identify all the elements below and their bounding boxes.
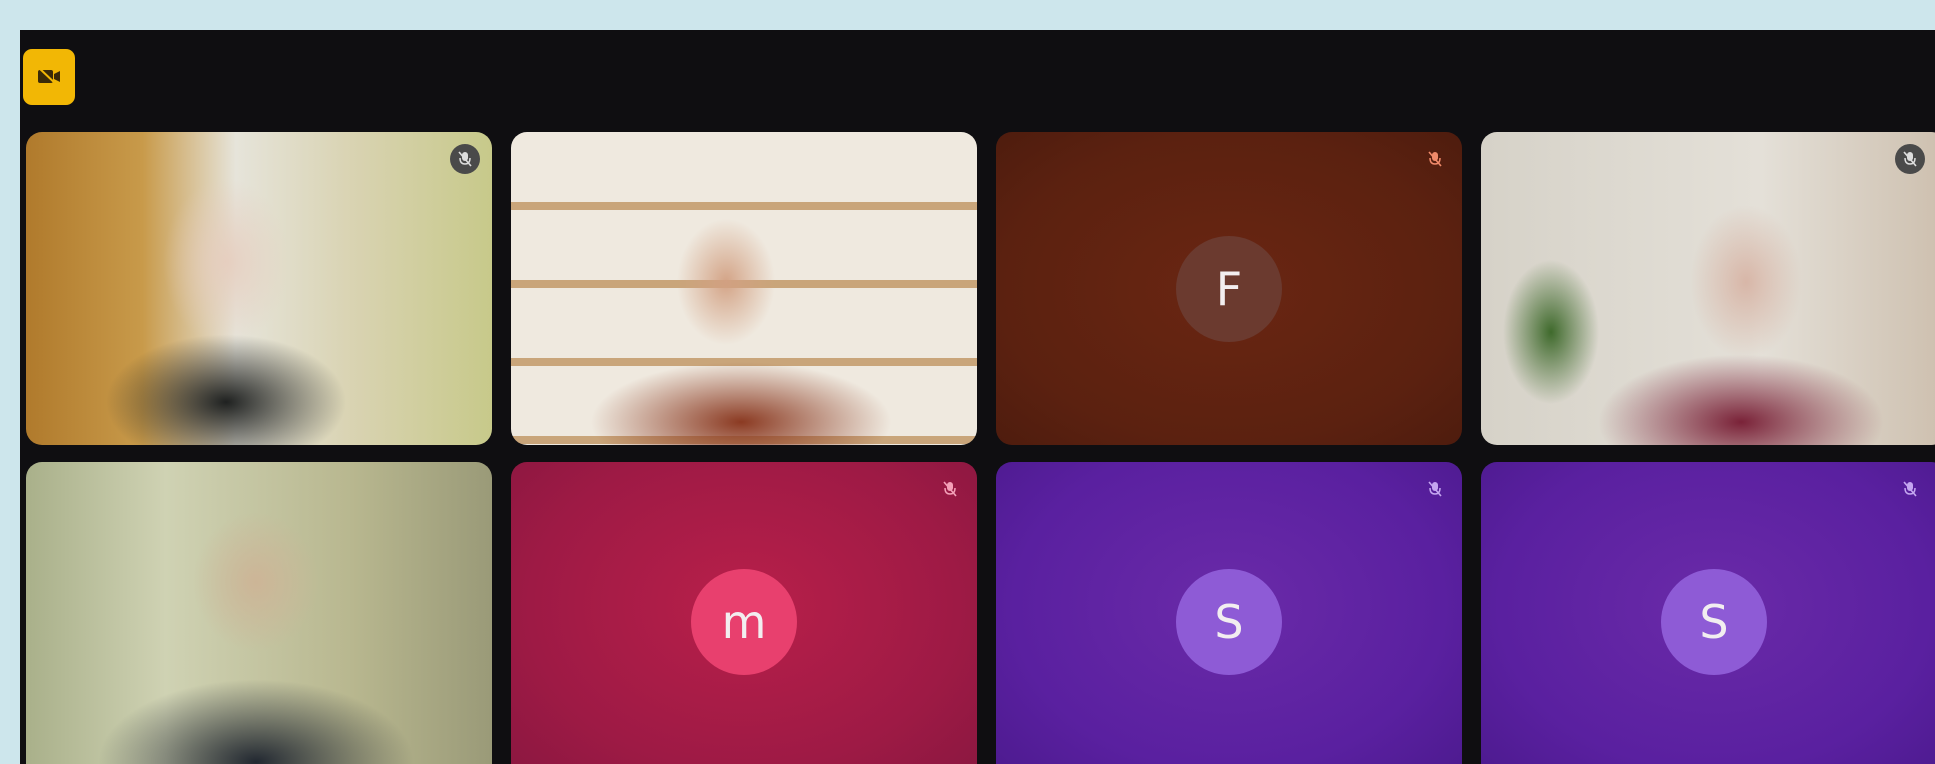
participant-tile-6[interactable]: m [511,462,977,764]
avatar: F [1176,235,1282,342]
participant-tile-1[interactable] [26,132,492,445]
participant-tile-8[interactable]: S [1481,462,1935,764]
mic-muted-icon [1895,144,1925,174]
mic-muted-icon [450,144,480,174]
mic-muted-icon [1420,474,1450,504]
video-call-window: F m S S [20,30,1935,764]
video-camera-icon [38,67,60,87]
mic-muted-icon [1420,144,1450,174]
avatar: S [1176,569,1282,675]
participant-tile-4[interactable] [1481,132,1935,445]
avatar: m [691,569,797,675]
participant-tile-2[interactable] [511,132,977,445]
camera-toggle-button[interactable] [23,49,75,105]
mic-muted-icon [1895,474,1925,504]
mic-muted-icon [935,474,965,504]
participant-tile-5[interactable] [26,462,492,764]
participant-tile-3[interactable]: F [996,132,1462,445]
top-bar [20,30,1935,130]
participant-tile-7[interactable]: S [996,462,1462,764]
participant-grid: F m S S [26,132,1935,764]
avatar: S [1661,569,1767,675]
